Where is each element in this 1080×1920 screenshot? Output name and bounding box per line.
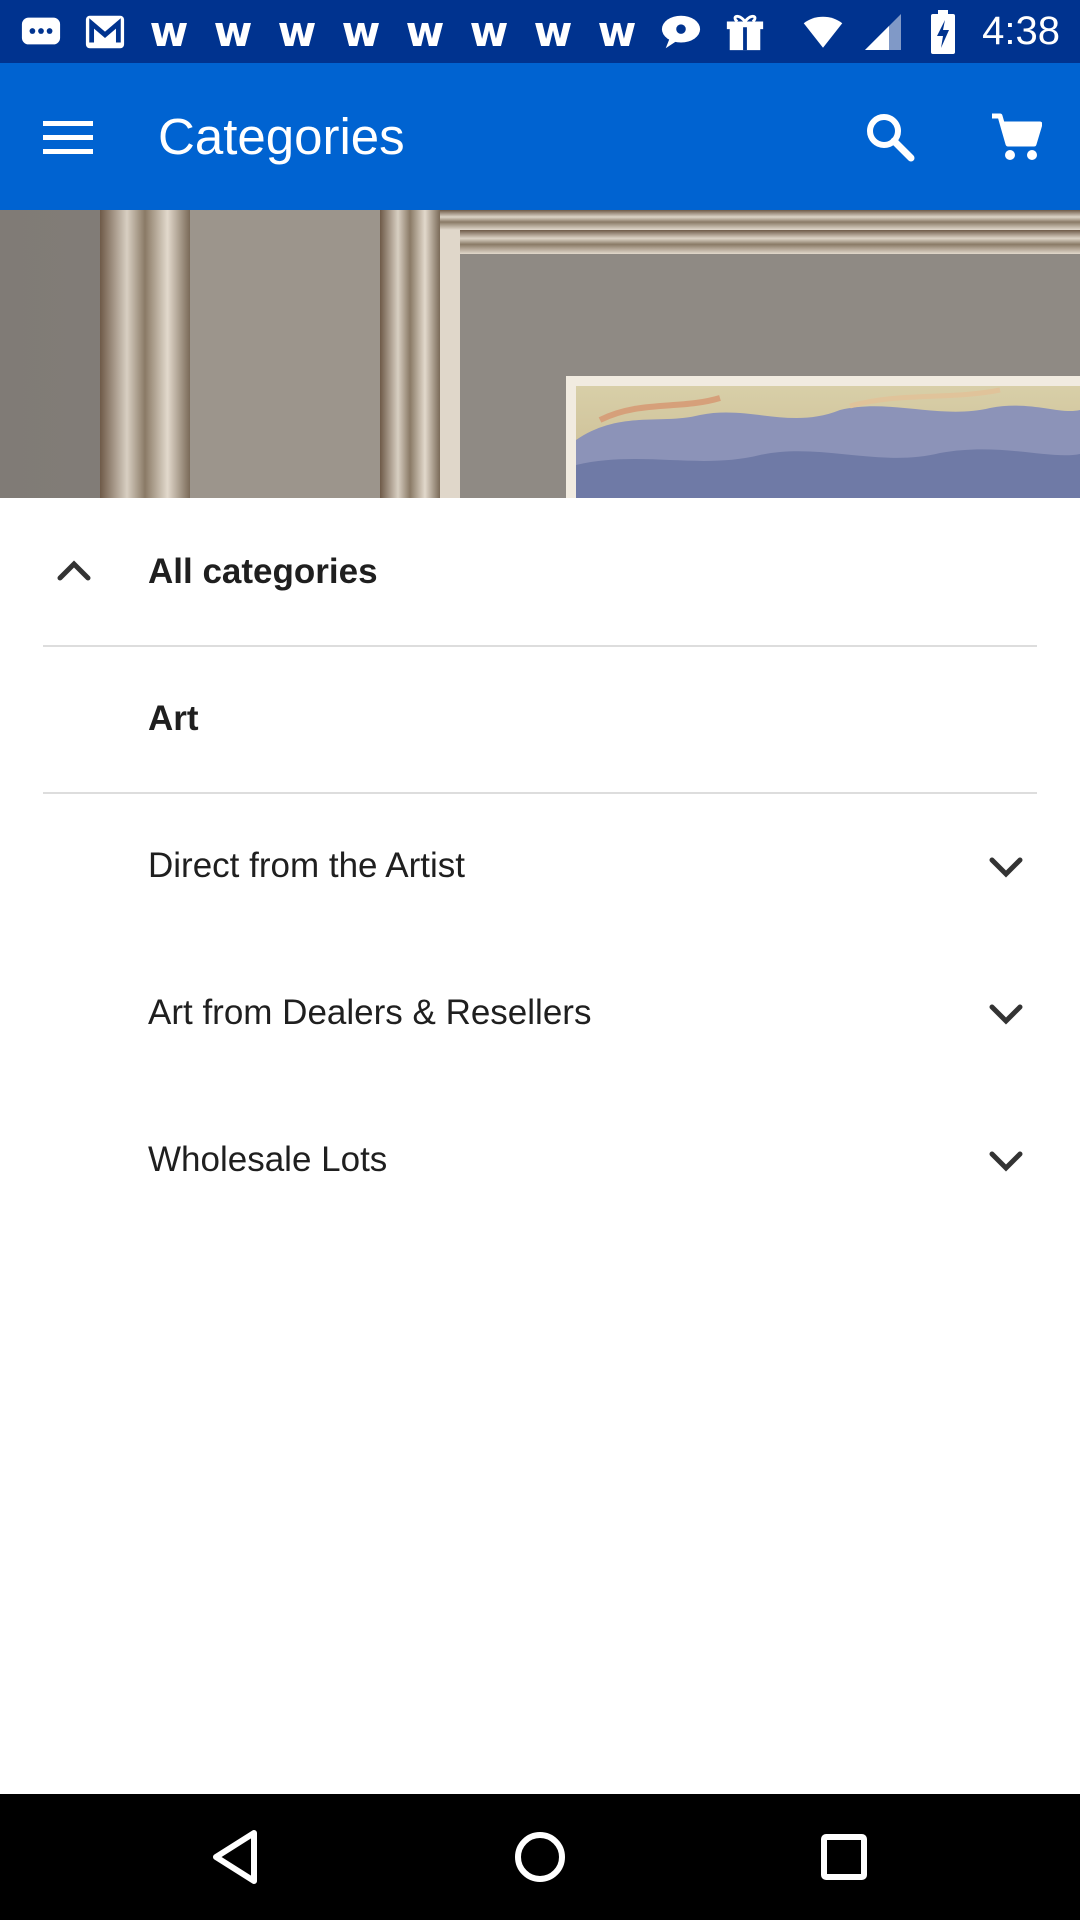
home-circle-icon (515, 1832, 565, 1882)
back-triangle-icon (213, 1830, 257, 1884)
notification-icons: w w w w w w w w (20, 6, 766, 56)
search-icon (867, 114, 915, 162)
gift-box-icon (724, 11, 766, 53)
category-hero-image (0, 210, 1080, 498)
current-category-row: Art (0, 645, 1080, 792)
w-icon: w (405, 6, 445, 56)
all-categories-label: All categories (148, 551, 378, 591)
recents-square-icon (821, 1834, 867, 1880)
w-icon: w (277, 6, 317, 56)
chevron-down-icon[interactable] (984, 1138, 1028, 1182)
w-icon: w (341, 6, 381, 56)
w-icon: w (469, 6, 509, 56)
subcategory-label: Wholesale Lots (148, 1139, 388, 1179)
recents-button[interactable] (810, 1823, 878, 1891)
all-categories-row[interactable]: All categories (0, 498, 1080, 645)
subcategory-label: Art from Dealers & Resellers (148, 992, 592, 1032)
chat-bubble-icon (20, 11, 62, 53)
menu-button[interactable] (40, 109, 96, 165)
chevron-down-icon[interactable] (984, 844, 1028, 888)
chevron-up-icon (57, 559, 91, 580)
current-category-label: Art (148, 698, 199, 738)
wifi-icon (802, 11, 844, 53)
app-bar: Categories (0, 63, 1080, 210)
cell-signal-icon (862, 11, 904, 53)
subcategory-label: Direct from the Artist (148, 845, 466, 885)
screen: w w w w w w w w 4:38 Categories All cate… (0, 0, 1080, 1920)
w-icon: w (533, 6, 573, 56)
w-icon: w (149, 6, 189, 56)
menu-icon (43, 121, 93, 154)
subcategory-row-wholesale-lots[interactable]: Wholesale Lots (0, 1086, 1080, 1233)
battery-charging-icon (922, 9, 964, 54)
category-list: All categories Art Direct from the Artis… (0, 498, 1080, 1233)
cart-icon (992, 113, 1042, 160)
subcategory-row-direct-from-artist[interactable]: Direct from the Artist (0, 792, 1080, 939)
page-title: Categories (158, 108, 405, 165)
subcategory-row-dealers-resellers[interactable]: Art from Dealers & Resellers (0, 939, 1080, 1086)
system-nav-bar (0, 1794, 1080, 1920)
system-icons: 4:38 (802, 9, 1060, 54)
back-button[interactable] (202, 1823, 270, 1891)
w-icon: w (597, 6, 637, 56)
w-icon: w (213, 6, 253, 56)
cart-button[interactable] (986, 107, 1046, 167)
search-button[interactable] (860, 107, 920, 167)
chevron-down-icon[interactable] (984, 991, 1028, 1035)
status-bar: w w w w w w w w 4:38 (0, 0, 1080, 63)
home-button[interactable] (506, 1823, 574, 1891)
gmail-icon (84, 11, 126, 53)
speech-bubble-icon (660, 11, 702, 53)
clock: 4:38 (982, 9, 1060, 53)
